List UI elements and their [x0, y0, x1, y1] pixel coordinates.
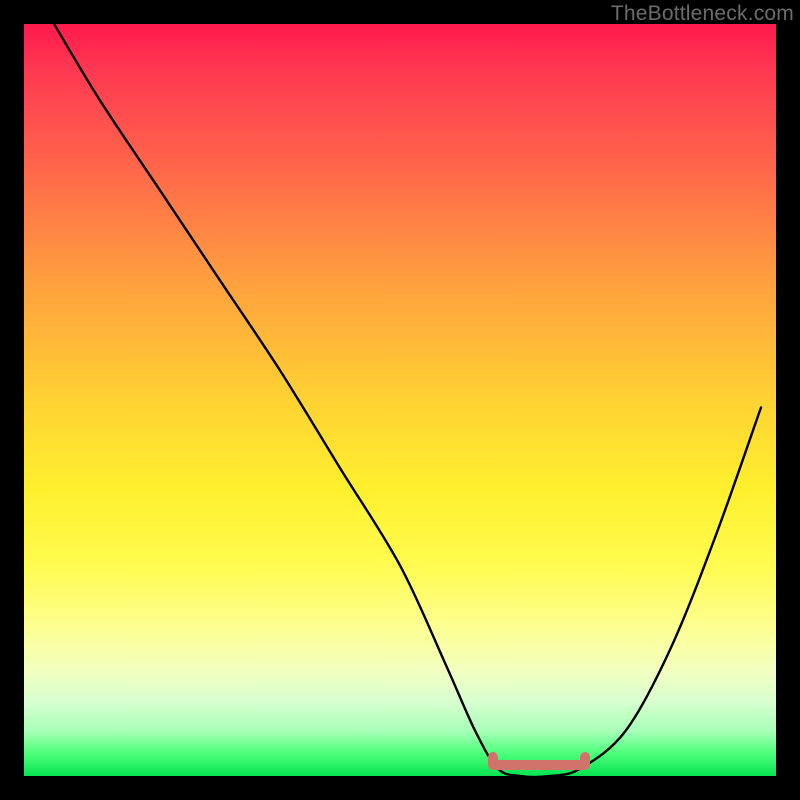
watermark-text: TheBottleneck.com [611, 2, 794, 26]
optimal-range-marker [490, 760, 588, 770]
chart-frame [24, 24, 776, 776]
bottleneck-curve [24, 24, 776, 776]
